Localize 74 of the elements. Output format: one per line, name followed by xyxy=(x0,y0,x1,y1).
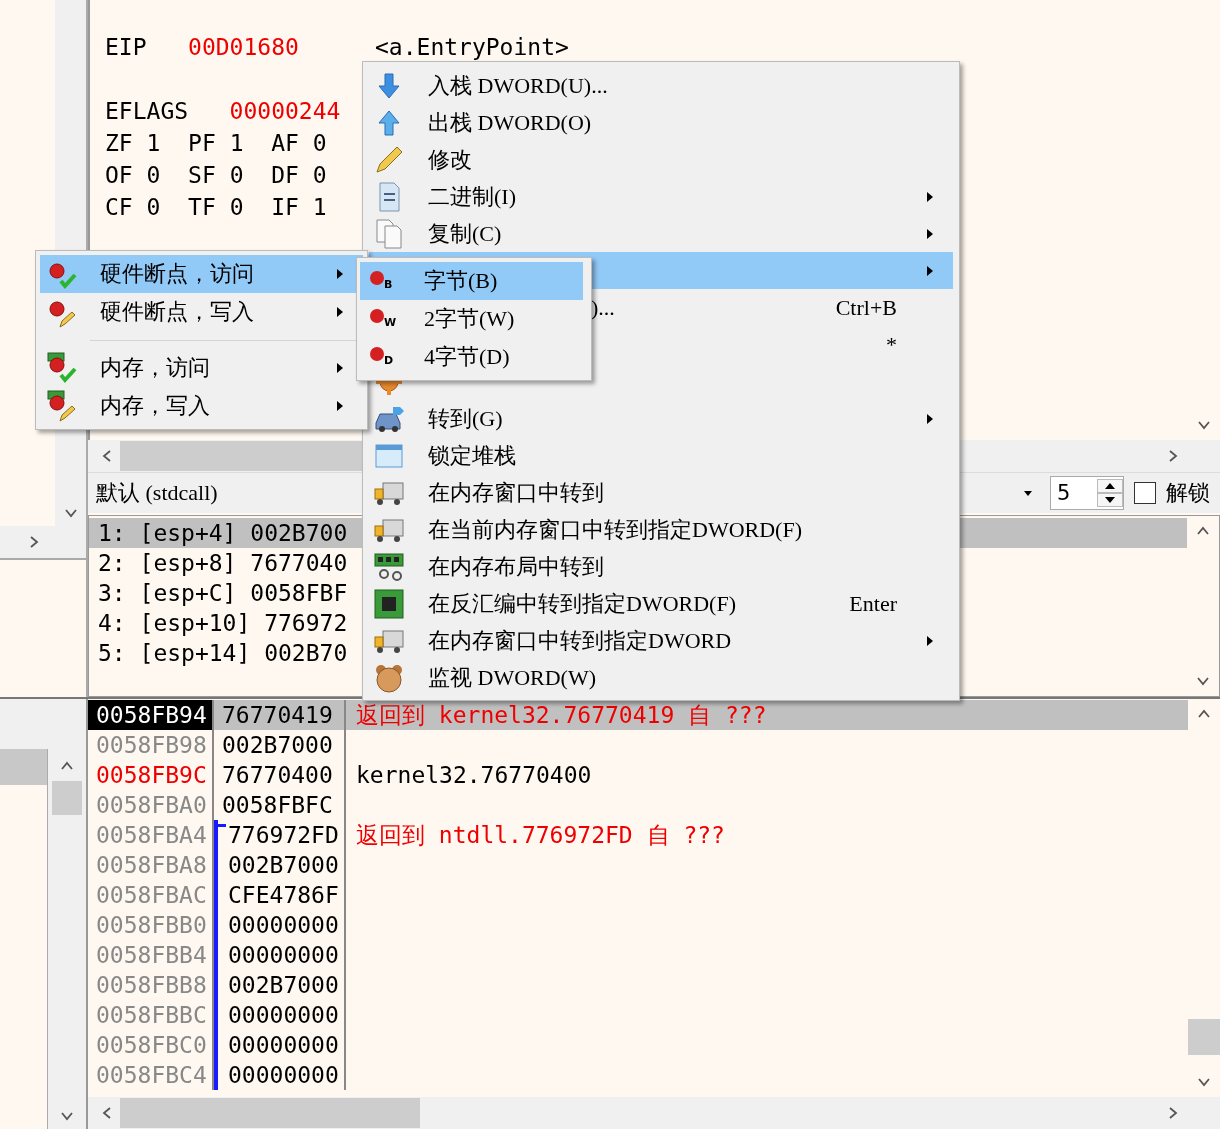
shortcut-label: Enter xyxy=(849,590,897,617)
flag-value: 0 xyxy=(146,162,161,188)
menu-item-label: 在内存窗口中转到 xyxy=(428,478,604,507)
menu-item-label: 复制(C) xyxy=(428,219,502,248)
flag-name: SF xyxy=(188,162,216,188)
flag-value: 0 xyxy=(312,130,327,156)
stack-value: 00000000 xyxy=(214,1030,346,1060)
flag-name: AF xyxy=(271,130,299,156)
shortcut-label: Ctrl+B xyxy=(835,294,897,321)
stack-value: 76770400 xyxy=(214,760,346,790)
register-name: EFLAGS xyxy=(105,97,190,126)
stack-value: 002B7000 xyxy=(214,850,346,880)
flag-value: 0 xyxy=(229,194,244,220)
menu-item-label: 字节(B) xyxy=(424,267,498,295)
register-name: EIP xyxy=(105,33,148,62)
stack-comment: 返回到 kernel32.76770419 自 ??? xyxy=(355,701,767,730)
menu-item-label: 硬件断点，写入 xyxy=(100,298,254,326)
stack-value: 00000000 xyxy=(214,1060,346,1090)
menu-item-label: 修改 xyxy=(428,145,472,174)
register-comment: <a.EntryPoint> xyxy=(375,34,569,60)
stack-address: 0058FB9C xyxy=(88,760,214,790)
flag-name: PF xyxy=(188,130,216,156)
stack-value: 00000000 xyxy=(214,940,346,970)
stack-address: 0058FBC0 xyxy=(88,1030,214,1060)
menu-item-label: 在内存窗口中转到指定DWORD xyxy=(428,626,732,655)
flag-value: 1 xyxy=(146,130,161,156)
stack-value: 002B7000 xyxy=(214,970,346,1000)
stack-address: 0058FBB0 xyxy=(88,910,214,940)
menu-item-label: 4字节(D) xyxy=(424,343,510,371)
flag-value: 0 xyxy=(312,162,327,188)
stack-address: 0058FBB8 xyxy=(88,970,214,1000)
stack-address: 0058FBA8 xyxy=(88,850,214,880)
stack-value: 00000000 xyxy=(214,1000,346,1030)
menu-item-label: 内存，访问 xyxy=(100,354,210,382)
stack-value: 776972FD xyxy=(214,820,346,850)
stack-value: CFE4786F xyxy=(214,880,346,910)
unlock-label: 解锁 xyxy=(1166,479,1210,507)
stack-address: 0058FBB4 xyxy=(88,940,214,970)
flag-value: 1 xyxy=(229,130,244,156)
stack-value: 00000000 xyxy=(214,910,346,940)
flag-value: 0 xyxy=(146,194,161,220)
register-value: 00D01680 xyxy=(188,33,299,62)
stack-comment: kernel32.76770400 xyxy=(355,761,592,790)
menu-item-label: 在内存布局中转到 xyxy=(428,552,604,581)
menu-item-label: 硬件断点，访问 xyxy=(100,260,254,288)
flag-name: CF xyxy=(105,194,133,220)
flag-name: ZF xyxy=(105,130,133,156)
menu-item-label: 内存，写入 xyxy=(100,392,210,420)
menu-item-label: 监视 DWORD(W) xyxy=(428,663,597,692)
stack-address: 0058FBBC xyxy=(88,1000,214,1030)
stack-address: 0058FB94 xyxy=(88,700,214,730)
menu-item-label: 在反汇编中转到指定DWORD(F) xyxy=(428,589,736,618)
menu-item-label: 2字节(W) xyxy=(424,305,515,333)
menu-item-label: 转到(G) xyxy=(428,404,503,433)
stack-address: 0058FB98 xyxy=(88,730,214,760)
stack-comment: 返回到 ntdll.776972FD 自 ??? xyxy=(355,821,725,850)
register-value: 00000244 xyxy=(229,97,341,126)
flag-name: TF xyxy=(188,194,216,220)
flag-name: OF xyxy=(105,162,133,188)
flag-name: DF xyxy=(271,162,299,188)
menu-item-label: 入栈 DWORD(U)... xyxy=(428,71,608,100)
stack-value: 76770419 xyxy=(214,700,346,730)
stack-address: 0058FBA0 xyxy=(88,790,214,820)
menu-item-label: )... xyxy=(591,294,615,321)
stack-value: 002B7000 xyxy=(214,730,346,760)
flag-value: 1 xyxy=(312,194,327,220)
stack-address: 0058FBC4 xyxy=(88,1060,214,1090)
menu-item-label: 锁定堆栈 xyxy=(428,441,516,470)
menu-item-label: 二进制(I) xyxy=(428,182,516,211)
menu-item-label: 在当前内存窗口中转到指定DWORD(F) xyxy=(428,515,802,544)
flag-value: 0 xyxy=(229,162,244,188)
stack-address: 0058FBAC xyxy=(88,880,214,910)
flag-name: IF xyxy=(271,194,299,220)
menu-item-label: 出栈 DWORD(O) xyxy=(428,108,592,137)
